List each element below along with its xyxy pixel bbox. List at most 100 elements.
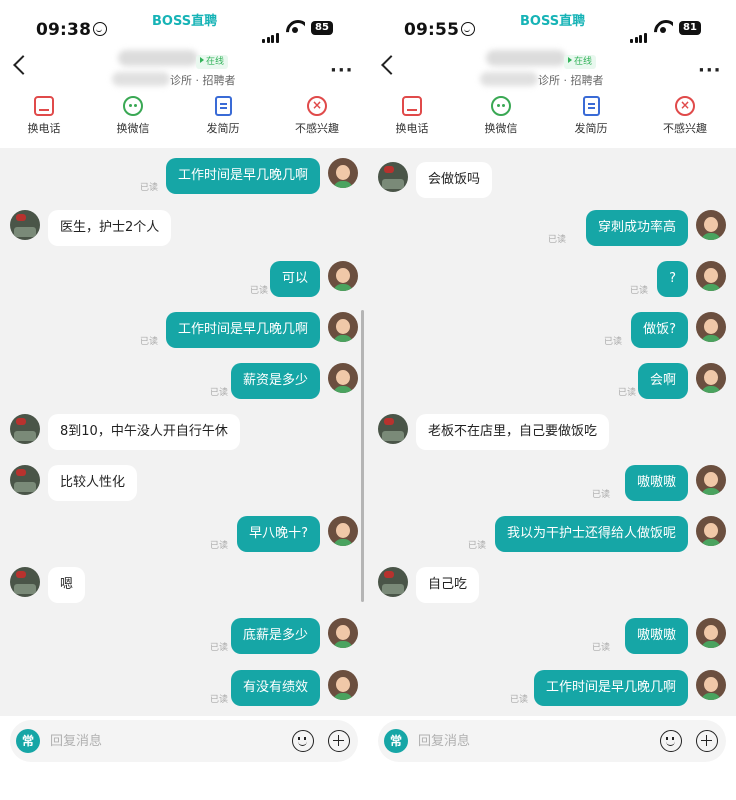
recruiter-avatar[interactable] — [378, 162, 408, 192]
message-bubble-received[interactable]: 8到10，中午没人开自行午休 — [48, 414, 240, 450]
message-bubble-received[interactable]: 老板不在店里，自己要做饭吃 — [416, 414, 610, 450]
action-label: 换电话 — [395, 122, 429, 135]
message-bubble-sent[interactable]: ? — [657, 261, 688, 297]
contact-subtitle: 诊所 · 招聘者 — [538, 74, 604, 87]
exchange-wechat-button[interactable]: 换微信 — [471, 96, 531, 136]
back-arrow-icon[interactable] — [13, 55, 33, 75]
common-phrases-button[interactable]: 常 — [16, 729, 40, 753]
message-bubble-received[interactable]: 会做饭吗 — [416, 162, 493, 198]
send-resume-button[interactable]: 发简历 — [561, 96, 621, 136]
my-avatar[interactable] — [696, 670, 726, 700]
message-bubble-sent[interactable]: 嗷嗷嗷 — [624, 618, 688, 654]
read-receipt: 已读 — [617, 388, 636, 398]
my-avatar[interactable] — [328, 618, 358, 648]
recruiter-avatar[interactable] — [378, 567, 408, 597]
read-receipt: 已读 — [591, 643, 610, 653]
message-bubble-sent[interactable]: 薪资是多少 — [230, 363, 320, 399]
message-bubble-sent[interactable]: 做饭? — [631, 312, 688, 348]
my-avatar[interactable] — [328, 670, 358, 700]
exchange-phone-button[interactable]: 换电话 — [382, 96, 442, 136]
message-bubble-sent[interactable]: 早八晚十? — [237, 516, 320, 552]
message-bubble-received[interactable]: 医生，护士2个人 — [48, 210, 172, 246]
recruiter-avatar[interactable] — [10, 210, 40, 240]
message-row: 已读 嗷嗷嗷 — [368, 618, 736, 654]
recruiter-avatar[interactable] — [378, 414, 408, 444]
resume-icon — [582, 96, 600, 116]
message-list[interactable]: 已读 工作时间是早几晚几啊 医生，护士2个人 已读 可以 已读 工作时间是早几晚… — [0, 148, 368, 716]
my-avatar[interactable] — [696, 465, 726, 495]
recruiter-avatar[interactable] — [10, 414, 40, 444]
my-avatar[interactable] — [328, 261, 358, 291]
recruiter-avatar[interactable] — [10, 567, 40, 597]
message-row: 已读 工作时间是早几晚几啊 — [368, 670, 736, 706]
not-interested-button[interactable]: × 不感兴趣 — [655, 96, 715, 136]
plus-icon[interactable] — [696, 730, 718, 752]
read-receipt: 已读 — [139, 183, 158, 193]
my-avatar[interactable] — [696, 618, 726, 648]
my-avatar[interactable] — [696, 516, 726, 546]
brand-label: BOSS直聘 — [152, 14, 218, 29]
message-bubble-sent[interactable]: 穿刺成功率高 — [585, 210, 688, 246]
more-options-icon[interactable]: ··· — [698, 60, 722, 81]
my-avatar[interactable] — [696, 210, 726, 240]
read-receipt: 已读 — [139, 337, 158, 347]
emoji-icon[interactable] — [660, 730, 682, 752]
message-bubble-sent[interactable]: 会啊 — [637, 363, 688, 399]
message-row: 已读 我以为干护士还得给人做饭呢 — [368, 516, 736, 552]
message-bubble-received[interactable]: 嗯 — [48, 567, 86, 603]
message-bubble-sent[interactable]: 工作时间是早几晚几啊 — [165, 158, 320, 194]
exchange-phone-button[interactable]: 换电话 — [14, 96, 74, 136]
contact-name-blurred — [486, 50, 566, 66]
message-row: 已读 嗷嗷嗷 — [368, 465, 736, 501]
message-bubble-received[interactable]: 比较人性化 — [48, 465, 138, 501]
send-resume-button[interactable]: 发简历 — [193, 96, 253, 136]
common-phrases-button[interactable]: 常 — [384, 729, 408, 753]
my-avatar[interactable] — [696, 261, 726, 291]
plus-icon[interactable] — [328, 730, 350, 752]
signal-icon — [630, 24, 648, 43]
message-bubble-sent[interactable]: 工作时间是早几晚几啊 — [165, 312, 320, 348]
message-bubble-sent[interactable]: 嗷嗷嗷 — [624, 465, 688, 501]
message-row: 比较人性化 — [0, 465, 368, 501]
wechat-icon — [123, 96, 143, 116]
message-row: 已读 底薪是多少 — [0, 618, 368, 654]
status-time: 09:55 — [404, 20, 460, 40]
emoji-icon[interactable] — [292, 730, 314, 752]
my-avatar[interactable] — [696, 363, 726, 393]
message-bubble-sent[interactable]: 底薪是多少 — [230, 618, 320, 654]
wifi-icon — [653, 19, 673, 33]
reply-input[interactable] — [50, 720, 270, 762]
message-row: 已读 有没有绩效 — [0, 670, 368, 706]
more-options-icon[interactable]: ··· — [330, 60, 354, 81]
action-label: 换电话 — [27, 122, 61, 135]
message-list[interactable]: 会做饭吗 已读 穿刺成功率高 已读 ? 已读 做饭? 已读 会啊 老板不在店里，… — [368, 148, 736, 716]
scrollbar[interactable] — [361, 310, 364, 602]
wifi-icon — [285, 19, 305, 33]
message-bubble-received[interactable]: 自己吃 — [416, 567, 480, 603]
reply-input[interactable] — [418, 720, 638, 762]
back-arrow-icon[interactable] — [381, 55, 401, 75]
message-bubble-sent[interactable]: 工作时间是早几晚几啊 — [533, 670, 688, 706]
not-interested-button[interactable]: × 不感兴趣 — [287, 96, 347, 136]
read-receipt: 已读 — [209, 388, 228, 398]
my-avatar[interactable] — [696, 312, 726, 342]
my-avatar[interactable] — [328, 516, 358, 546]
message-input-bar: 常 — [378, 720, 726, 762]
action-label: 不感兴趣 — [295, 122, 339, 135]
message-bubble-sent[interactable]: 我以为干护士还得给人做饭呢 — [494, 516, 688, 552]
recruiter-avatar[interactable] — [10, 465, 40, 495]
my-avatar[interactable] — [328, 158, 358, 188]
message-row: 嗯 — [0, 567, 368, 603]
action-label: 发简历 — [574, 122, 608, 135]
read-receipt: 已读 — [547, 235, 566, 245]
brand-label: BOSS直聘 — [520, 14, 586, 29]
my-avatar[interactable] — [328, 363, 358, 393]
message-bubble-sent[interactable]: 有没有绩效 — [230, 670, 320, 706]
message-row: 已读 工作时间是早几晚几啊 — [0, 158, 368, 194]
exchange-wechat-button[interactable]: 换微信 — [103, 96, 163, 136]
read-receipt: 已读 — [509, 695, 528, 705]
read-receipt: 已读 — [249, 286, 268, 296]
my-avatar[interactable] — [328, 312, 358, 342]
message-bubble-sent[interactable]: 可以 — [269, 261, 320, 297]
contact-name-blurred — [118, 50, 198, 66]
